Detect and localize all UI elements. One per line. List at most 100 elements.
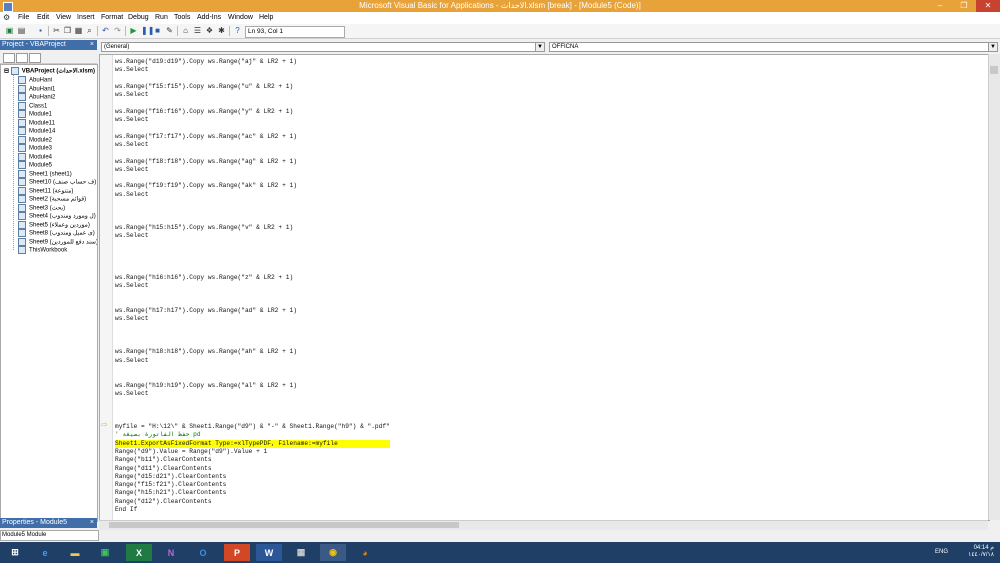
code-line[interactable]: ' حفظ الفاتورة بصيغة pd: [115, 431, 390, 439]
calculator-icon[interactable]: ▦: [288, 544, 314, 561]
tree-item[interactable]: Sheet3 (بحث): [18, 203, 65, 212]
code-line[interactable]: ws.Range("f18:f18").Copy ws.Range("ag" &…: [115, 158, 390, 166]
tree-item[interactable]: Module4: [18, 152, 52, 161]
code-line[interactable]: [115, 299, 390, 307]
excel-icon[interactable]: X: [126, 544, 152, 561]
internet-explorer-icon[interactable]: e: [32, 544, 58, 561]
menu-format[interactable]: Format: [101, 14, 123, 21]
chevron-down-icon[interactable]: ▼: [535, 43, 544, 51]
tree-item[interactable]: Module1: [18, 110, 52, 118]
menu-insert[interactable]: Insert: [77, 14, 95, 21]
project-explorer-icon[interactable]: ⌂: [181, 26, 190, 35]
excel-view-icon[interactable]: ⚙: [3, 14, 12, 22]
input-language[interactable]: ENG: [935, 549, 948, 555]
project-pane-close-icon[interactable]: ×: [90, 40, 94, 50]
code-line[interactable]: [115, 332, 390, 340]
code-line[interactable]: ws.Range("h19:h19").Copy ws.Range("al" &…: [115, 382, 390, 390]
tree-item[interactable]: Sheet10 (ف حساب صنف): [18, 178, 96, 186]
reset-icon[interactable]: ■: [153, 26, 162, 35]
menu-edit[interactable]: Edit: [37, 14, 49, 21]
tree-item[interactable]: AbuHani1: [18, 84, 55, 93]
menu-help[interactable]: Help: [259, 14, 273, 21]
close-button[interactable]: ✕: [976, 0, 1000, 12]
code-line[interactable]: Range("d15:d21").ClearContents: [115, 473, 390, 481]
chevron-down-icon[interactable]: ▼: [988, 43, 997, 51]
tree-item[interactable]: Class1: [18, 101, 47, 110]
code-line[interactable]: ws.Select: [115, 282, 390, 290]
properties-pane-close-icon[interactable]: ×: [90, 518, 94, 528]
code-line[interactable]: End If: [115, 506, 390, 514]
design-mode-icon[interactable]: ✎: [165, 26, 174, 35]
tree-item[interactable]: Module11: [18, 118, 55, 127]
firefox-icon[interactable]: ◕: [352, 544, 378, 561]
tree-item[interactable]: Module2: [18, 135, 52, 144]
code-line[interactable]: ws.Select: [115, 191, 390, 199]
procedure-combo[interactable]: OFFICNA ▼: [549, 42, 998, 52]
code-line[interactable]: ws.Select: [115, 390, 390, 398]
menu-window[interactable]: Window: [228, 14, 253, 21]
chrome-icon[interactable]: ◉: [320, 544, 346, 561]
tree-root[interactable]: ⊟ VBAProject (الاحداث.xlsm): [4, 67, 95, 75]
code-line[interactable]: ws.Range("f15:f15").Copy ws.Range("u" & …: [115, 83, 390, 91]
code-line[interactable]: [115, 207, 390, 215]
code-line[interactable]: ws.Range("f17:f17").Copy ws.Range("ac" &…: [115, 133, 390, 141]
code-line[interactable]: [115, 265, 390, 273]
tree-item[interactable]: Module14: [18, 127, 55, 135]
code-line[interactable]: [115, 340, 390, 348]
code-line[interactable]: ws.Select: [115, 66, 390, 74]
code-line[interactable]: myfile = "H:\12\" & Sheet1.Range("d9") &…: [115, 423, 390, 431]
find-icon[interactable]: ⌕: [85, 26, 94, 35]
object-combo[interactable]: (General) ▼: [101, 42, 545, 52]
code-line[interactable]: ws.Range("h16:h16").Copy ws.Range("z" & …: [115, 274, 390, 282]
code-line[interactable]: [115, 99, 390, 107]
code-line[interactable]: ws.Range("f16:f16").Copy ws.Range("y" & …: [115, 108, 390, 116]
toggle-folders-icon[interactable]: [29, 53, 41, 63]
copy-icon[interactable]: ❐: [63, 26, 72, 35]
code-line[interactable]: ws.Select: [115, 91, 390, 99]
code-line[interactable]: [115, 406, 390, 414]
code-line[interactable]: [115, 373, 390, 381]
code-lines[interactable]: ws.Range("d19:d19").Copy ws.Range("aj" &…: [115, 58, 390, 520]
code-line[interactable]: ws.Range("d19:d19").Copy ws.Range("aj" &…: [115, 58, 390, 66]
code-line[interactable]: [115, 365, 390, 373]
tree-item[interactable]: Sheet8 (ى عميل ومندوب): [18, 229, 95, 237]
horizontal-scrollbar[interactable]: [99, 520, 988, 530]
code-line[interactable]: [115, 398, 390, 406]
object-browser-icon[interactable]: ❖: [205, 26, 214, 35]
word-icon[interactable]: W: [256, 544, 282, 561]
project-tree[interactable]: ⊟ VBAProject (الاحداث.xlsm) AbuHani AbuH…: [0, 64, 98, 522]
margin-indicator-bar[interactable]: [100, 55, 113, 520]
code-line[interactable]: ws.Range("h15:h15").Copy ws.Range("v" & …: [115, 224, 390, 232]
code-line[interactable]: [115, 241, 390, 249]
maximize-button[interactable]: ❐: [952, 0, 976, 12]
code-line[interactable]: [115, 324, 390, 332]
code-line[interactable]: ws.Select: [115, 116, 390, 124]
code-line[interactable]: [115, 124, 390, 132]
code-line[interactable]: [115, 415, 390, 423]
code-line[interactable]: Range("h15:h21").ClearContents: [115, 489, 390, 497]
code-line[interactable]: [115, 257, 390, 265]
store-icon[interactable]: ▣: [92, 544, 118, 561]
menu-file[interactable]: File: [18, 14, 29, 21]
file-explorer-icon[interactable]: ▬: [62, 544, 88, 561]
toolbox-icon[interactable]: ✱: [217, 26, 226, 35]
break-icon[interactable]: ❚❚: [141, 26, 154, 35]
code-line[interactable]: ws.Range("h17:h17").Copy ws.Range("ad" &…: [115, 307, 390, 315]
code-line[interactable]: ws.Select: [115, 315, 390, 323]
help-icon[interactable]: ?: [233, 26, 242, 35]
code-line[interactable]: Range("d12").ClearContents: [115, 498, 390, 506]
code-editor[interactable]: ws.Range("d19:d19").Copy ws.Range("aj" &…: [99, 54, 990, 521]
menu-add-ins[interactable]: Add-Ins: [197, 14, 221, 21]
menu-debug[interactable]: Debug: [128, 14, 149, 21]
code-line[interactable]: ws.Range("h18:h18").Copy ws.Range("ah" &…: [115, 348, 390, 356]
run-icon[interactable]: ▶: [129, 26, 138, 35]
tree-item[interactable]: AbuHani: [18, 76, 52, 84]
properties-window-icon[interactable]: ☰: [193, 26, 202, 35]
onenote-icon[interactable]: N: [158, 544, 184, 561]
code-line[interactable]: ws.Range("f19:f19").Copy ws.Range("ak" &…: [115, 182, 390, 190]
cut-icon[interactable]: ✂: [52, 26, 61, 35]
insert-module-icon[interactable]: ▤: [17, 26, 26, 35]
code-line[interactable]: [115, 216, 390, 224]
code-line[interactable]: [115, 199, 390, 207]
code-line[interactable]: Range("b11").ClearContents: [115, 456, 390, 464]
